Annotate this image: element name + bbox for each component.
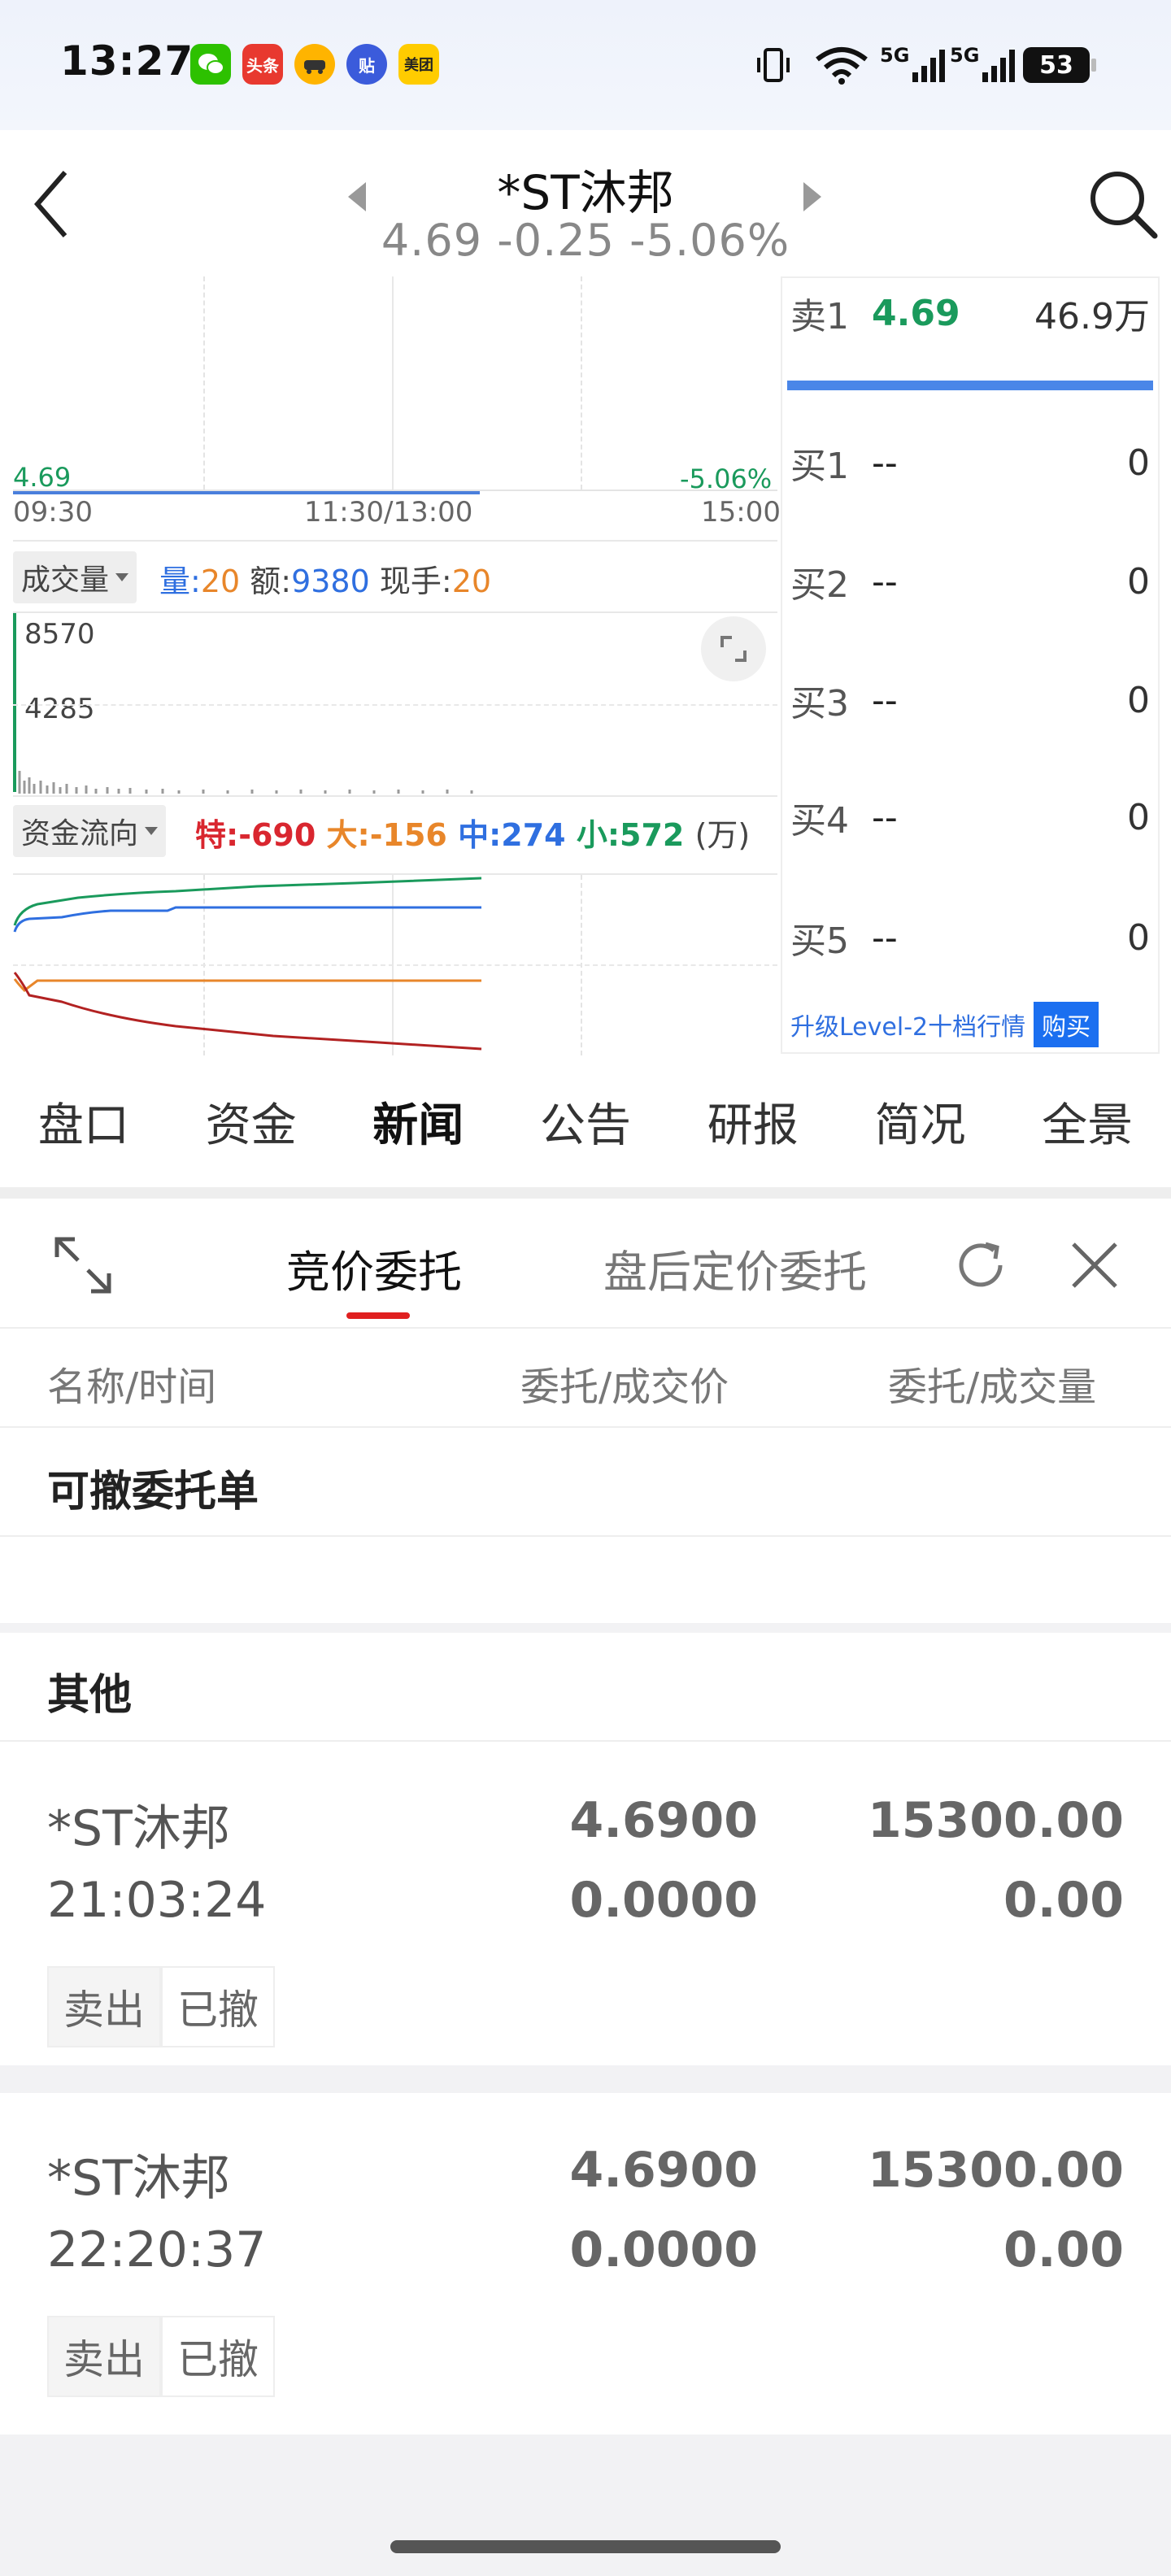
wifi-icon	[813, 41, 870, 89]
status-bar: 13:27 头条 贴 美团 5G 5G 53	[0, 0, 1171, 130]
col-qty: 委托/成交量	[888, 1364, 1097, 1410]
time-start: 09:30	[13, 496, 93, 529]
info-tabs: 盘口 资金 新闻 公告 研报 简况 全景	[0, 1065, 1171, 1187]
stock-name: *ST沐邦	[497, 165, 674, 220]
status-badge: 已撤	[161, 1966, 275, 2047]
chevron-down-icon	[145, 827, 159, 835]
empty-row	[0, 1538, 1171, 1623]
deal-price: 0.0000	[569, 1872, 758, 1929]
intraday-chart[interactable]: 4.69 -5.06% 09:30 11:30/13:00 15:00 成交量 …	[0, 276, 781, 1057]
tieba-icon: 贴	[346, 44, 387, 85]
wechat-icon	[190, 44, 231, 85]
order-qty: 15300.00	[867, 1792, 1124, 1849]
other-section: 其他	[0, 1633, 1171, 1742]
order-book: 卖1 4.69 46.9万 买1 -- 0 买2 -- 0 买3 -- 0 买4 -- 0 买5…	[781, 276, 1160, 1054]
order-price: 4.6900	[569, 1792, 758, 1849]
chart-price-label: 4.69	[13, 462, 72, 493]
section-title-other: 其他	[47, 1671, 133, 1720]
order-stock-name: *ST沐邦	[47, 2150, 230, 2207]
toutiao-icon: 头条	[242, 44, 283, 85]
flow-select[interactable]: 资金流向	[13, 805, 167, 857]
signal-icon-2: 5G	[950, 41, 1020, 89]
section-title-cancelable: 可撤委托单	[47, 1468, 259, 1516]
close-icon[interactable]	[1062, 1233, 1127, 1298]
deal-qty: 0.00	[1003, 1872, 1124, 1929]
section-gap	[0, 1623, 1171, 1633]
search-icon[interactable]	[1086, 168, 1160, 241]
tab-pankou[interactable]: 盘口	[0, 1065, 168, 1187]
volume-axis-mid: 4285	[24, 693, 95, 725]
flow-stats: 特:-690 大:-156 中:274 小:572 (万)	[195, 817, 751, 853]
vibrate-icon	[753, 41, 794, 89]
volume-bars	[18, 771, 473, 794]
order-time: 21:03:24	[47, 1872, 267, 1929]
side-badge: 卖出	[47, 2316, 161, 2397]
expand-icon[interactable]	[50, 1233, 115, 1298]
order-price: 4.6900	[569, 2142, 758, 2199]
tab-yanbao[interactable]: 研报	[669, 1065, 837, 1187]
spread-divider	[787, 381, 1153, 390]
tab-quanjing[interactable]: 全景	[1003, 1065, 1171, 1187]
col-name-time: 名称/时间	[47, 1364, 217, 1410]
stock-quote: 4.69 -0.25 -5.06%	[381, 215, 790, 266]
order-row[interactable]: *ST沐邦 21:03:24 4.6900 0.0000 15300.00 0.…	[0, 1743, 1171, 2065]
order-time: 22:20:37	[47, 2221, 267, 2278]
buy-row-5[interactable]: 买5 -- 0	[790, 909, 1150, 966]
buy-row-1[interactable]: 买1 -- 0	[790, 434, 1150, 491]
battery-icon: 53	[1023, 41, 1096, 89]
col-price: 委托/成交价	[520, 1364, 729, 1410]
chart-pct-label: -5.06%	[680, 463, 773, 494]
chevron-down-icon	[115, 573, 129, 581]
home-indicator[interactable]	[390, 2540, 781, 2553]
tab-zijin[interactable]: 资金	[168, 1065, 335, 1187]
price-line	[13, 491, 480, 494]
fullscreen-button[interactable]	[701, 616, 766, 681]
signal-icon-1: 5G	[880, 41, 950, 89]
status-time: 13:27	[60, 37, 194, 85]
active-tab-indicator	[346, 1312, 410, 1319]
tab-jiankuang[interactable]: 简况	[837, 1065, 1004, 1187]
side-badge: 卖出	[47, 1966, 161, 2047]
status-badge: 已撤	[161, 2316, 275, 2397]
buy-row-4[interactable]: 买4 -- 0	[790, 789, 1150, 846]
time-mid: 11:30/13:00	[304, 496, 473, 529]
order-tags: 卖出 已撤	[47, 2316, 275, 2397]
order-qty: 15300.00	[867, 2142, 1124, 2199]
time-end: 15:00	[701, 496, 781, 529]
volume-axis-top: 8570	[24, 618, 95, 651]
sell-row-1[interactable]: 卖1 4.69 46.9万	[790, 285, 1150, 342]
tab-gonggao[interactable]: 公告	[502, 1065, 669, 1187]
order-tags: 卖出 已撤	[47, 1966, 275, 2047]
money-flow-lines	[13, 877, 482, 1051]
expand-icon	[720, 636, 747, 662]
meituan-icon: 美团	[398, 44, 439, 85]
next-stock-icon[interactable]	[802, 181, 823, 213]
row-gap	[0, 2065, 1171, 2093]
cancelable-section: 可撤委托单	[0, 1429, 1171, 1537]
volume-select[interactable]: 成交量	[13, 551, 137, 603]
deal-price: 0.0000	[569, 2221, 758, 2278]
tab-xinwen[interactable]: 新闻	[334, 1065, 502, 1187]
order-columns-header: 名称/时间 委托/成交价 委托/成交量	[0, 1330, 1171, 1428]
level2-upgrade-link[interactable]: 升级Level-2十档行情 购买	[790, 1002, 1099, 1047]
order-panel-header: 竞价委托 盘后定价委托	[0, 1199, 1171, 1329]
buy-row-2[interactable]: 买2 -- 0	[790, 553, 1150, 610]
panel-divider	[0, 1187, 1171, 1199]
tab-after-hours-order[interactable]: 盘后定价委托	[603, 1236, 867, 1300]
buy-level2-button[interactable]: 购买	[1034, 1002, 1099, 1047]
order-stock-name: *ST沐邦	[47, 1800, 230, 1857]
buy-row-3[interactable]: 买3 -- 0	[790, 672, 1150, 729]
bottom-area	[0, 2435, 1171, 2576]
order-row[interactable]: *ST沐邦 22:20:37 4.6900 0.0000 15300.00 0.…	[0, 2093, 1171, 2435]
volume-stats: 量:20 额:9380 现手:20	[159, 564, 492, 599]
deal-qty: 0.00	[1003, 2221, 1124, 2278]
taxi-icon	[294, 44, 335, 85]
refresh-icon[interactable]	[948, 1233, 1013, 1298]
tab-auction-order[interactable]: 竞价委托	[286, 1236, 462, 1300]
